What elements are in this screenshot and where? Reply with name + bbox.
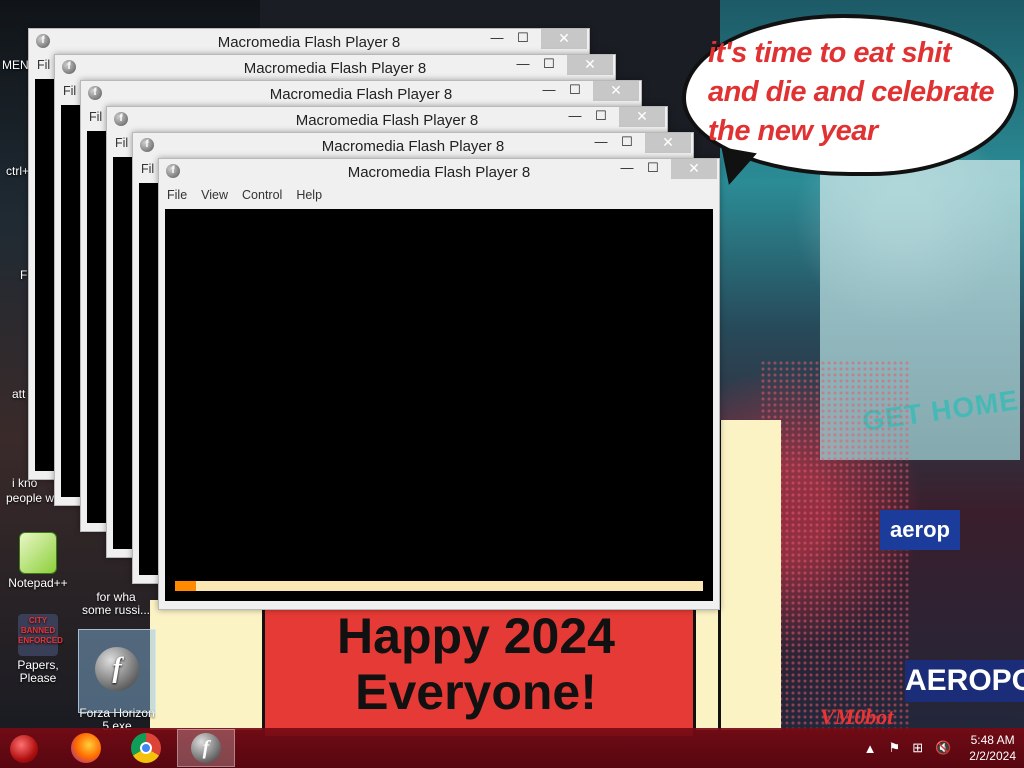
speech-bubble-text: it's time to eat shit and die and celebr…	[708, 37, 995, 147]
flag-icon[interactable]: ⚑	[889, 740, 901, 756]
menu-file[interactable]: Fil	[141, 162, 154, 176]
clock-date: 2/2/2024	[969, 749, 1016, 763]
maximize-button[interactable]: ☐	[509, 29, 537, 49]
volume-muted-icon[interactable]: 🔇	[935, 740, 951, 756]
maximize-button[interactable]: ☐	[561, 81, 589, 101]
wallpaper-sign-aerop: aerop	[880, 510, 960, 550]
window-titlebar[interactable]: f Macromedia Flash Player 8 — ☐ ✕	[81, 81, 641, 107]
menu-file[interactable]: File	[167, 188, 187, 202]
taskbar-flash-player[interactable]: f	[177, 729, 235, 767]
loading-progress-fill	[175, 581, 197, 591]
window-titlebar[interactable]: f Macromedia Flash Player 8 — ☐ ✕	[133, 133, 693, 159]
desktop-icon-label: Notepad++	[8, 576, 68, 590]
close-button[interactable]: ✕	[619, 107, 665, 127]
speech-bubble-tail	[715, 147, 757, 189]
window-titlebar[interactable]: f Macromedia Flash Player 8 — ☐ ✕	[55, 55, 615, 81]
minimize-button[interactable]: —	[483, 29, 511, 49]
desktop-icon-forza-horizon-exe[interactable]: f Forza Horizon 5.exe	[78, 629, 156, 733]
menu-file[interactable]: Fil	[115, 136, 128, 150]
menu-file[interactable]: Fil	[89, 110, 102, 124]
close-button[interactable]: ✕	[593, 81, 639, 101]
maximize-button[interactable]: ☐	[535, 55, 563, 75]
show-hidden-icons-icon[interactable]: ▲	[864, 741, 877, 756]
desktop-edge-label[interactable]: ctrl+	[6, 164, 29, 178]
window-titlebar[interactable]: f Macromedia Flash Player 8 — ☐ ✕	[29, 29, 589, 55]
taskbar-firefox[interactable]	[58, 730, 114, 766]
minimize-button[interactable]: —	[509, 55, 537, 75]
start-button[interactable]	[10, 735, 38, 763]
network-icon[interactable]: ⊞	[912, 740, 923, 756]
close-button[interactable]: ✕	[671, 159, 717, 179]
maximize-button[interactable]: ☐	[587, 107, 615, 127]
papers-please-icon: CITY BANNED ENFORCED	[18, 614, 63, 656]
close-button[interactable]: ✕	[645, 133, 691, 153]
flash-player-icon: f	[95, 647, 139, 691]
desktop-edge-label[interactable]: MEN	[2, 58, 29, 72]
close-button[interactable]: ✕	[567, 55, 613, 75]
notepadpp-icon	[19, 532, 57, 574]
menu-file[interactable]: Fil	[37, 58, 50, 72]
window-menubar: File View Control Help	[159, 185, 719, 205]
desktop-icon-notepadpp[interactable]: Notepad++	[0, 532, 76, 590]
clock-time: 5:48 AM	[970, 733, 1015, 747]
flash-player-window-6[interactable]: f Macromedia Flash Player 8 — ☐ ✕ File V…	[158, 158, 720, 610]
firefox-icon	[71, 733, 101, 763]
window-titlebar[interactable]: f Macromedia Flash Player 8 — ☐ ✕	[107, 107, 667, 133]
close-button[interactable]: ✕	[541, 29, 587, 49]
menu-control[interactable]: Control	[242, 188, 282, 202]
flash-player-icon: f	[191, 733, 221, 763]
maximize-button[interactable]: ☐	[613, 133, 641, 153]
wallpaper-sign-aeropostale: AEROPOS	[905, 660, 1024, 702]
taskbar-chrome[interactable]	[118, 730, 174, 766]
system-tray: ▲ ⚑ ⊞ 🔇 5:48 AM 2/2/2024	[864, 728, 1016, 768]
desktop-edge-label[interactable]: people w	[6, 491, 54, 505]
wallpaper-signature: VM0bot	[820, 704, 894, 729]
loading-progress-bar	[175, 581, 703, 591]
minimize-button[interactable]: —	[561, 107, 589, 127]
desktop-edge-label[interactable]: att	[12, 387, 25, 401]
menu-help[interactable]: Help	[296, 188, 322, 202]
wallpaper-banner-text: Happy 2024 Everyone!	[337, 608, 615, 720]
clock[interactable]: 5:48 AM 2/2/2024	[969, 732, 1016, 764]
desktop-edge-label[interactable]: F	[20, 268, 27, 282]
minimize-button[interactable]: —	[535, 81, 563, 101]
desktop-icon-label: for wha some russi...	[81, 590, 150, 617]
minimize-button[interactable]: —	[587, 133, 615, 153]
flash-stage[interactable]	[165, 209, 713, 601]
desktop-icon-papers-please[interactable]: CITY BANNED ENFORCED Papers, Please	[0, 614, 76, 685]
maximize-button[interactable]: ☐	[639, 159, 667, 179]
window-titlebar[interactable]: f Macromedia Flash Player 8 — ☐ ✕	[159, 159, 719, 185]
desktop-icon-label: Papers, Please	[17, 658, 59, 685]
menu-file[interactable]: Fil	[63, 84, 76, 98]
wallpaper-cartoon-arm	[718, 420, 781, 730]
menu-view[interactable]: View	[201, 188, 228, 202]
chrome-icon	[131, 733, 161, 763]
minimize-button[interactable]: —	[613, 159, 641, 179]
taskbar: f ▲ ⚑ ⊞ 🔇 5:48 AM 2/2/2024	[0, 728, 1024, 768]
